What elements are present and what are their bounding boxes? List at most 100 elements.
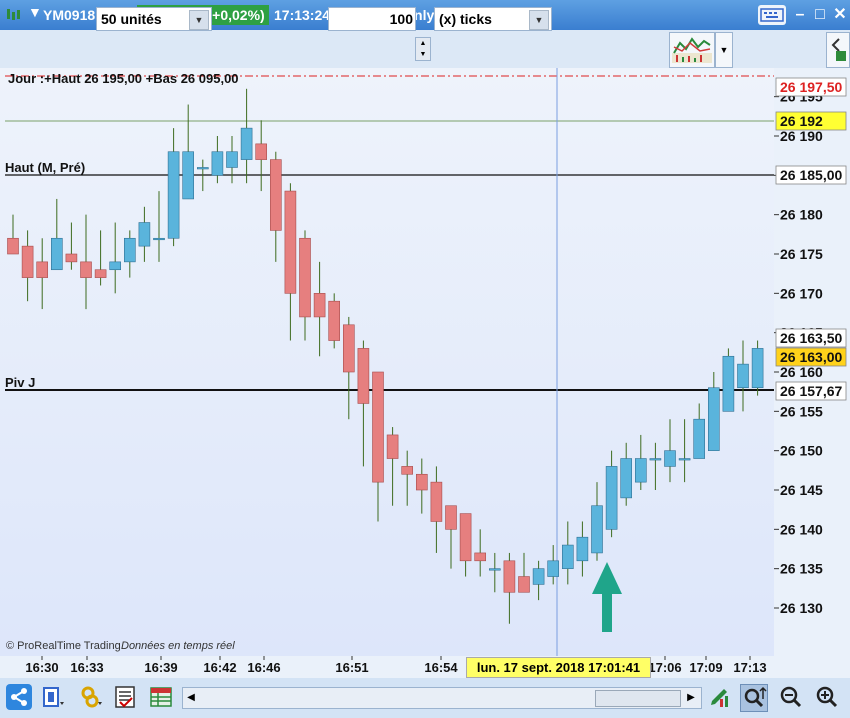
chevron-down-icon[interactable]: ▼ — [189, 10, 209, 30]
candle-body[interactable] — [576, 536, 589, 562]
horizontal-scrollbar[interactable]: ◀ ▶ — [182, 687, 702, 709]
candle-body[interactable] — [532, 568, 545, 585]
candle-body[interactable] — [503, 560, 516, 593]
candle-body[interactable] — [182, 151, 194, 200]
panel-toggle-icon[interactable] — [826, 32, 850, 68]
candle-body[interactable] — [693, 418, 706, 459]
maximize-button[interactable]: □ — [810, 6, 830, 24]
units-select-value: 50 unités — [101, 11, 162, 27]
candle-body[interactable] — [313, 293, 326, 318]
window-icon[interactable] — [40, 684, 66, 710]
y-tick-label: 26 140 — [780, 521, 823, 537]
y-tick-label: 26 170 — [780, 285, 823, 301]
candle-body[interactable] — [226, 151, 238, 168]
keyboard-icon[interactable] — [758, 5, 786, 25]
x-tick-label: 17:09 — [689, 660, 722, 675]
candle-body[interactable] — [722, 355, 735, 412]
candle-body[interactable] — [269, 159, 282, 231]
pivot-line-label: Piv J — [5, 375, 35, 390]
candle-body[interactable] — [109, 261, 121, 271]
table-icon[interactable] — [148, 684, 174, 710]
share-icon[interactable] — [6, 684, 32, 710]
chevron-down-icon[interactable]: ▼ — [529, 10, 549, 30]
price-chart[interactable]: 26 130 26 135 26 140 26 145 26 150 26 155 26 1… — [0, 68, 850, 656]
ticks-unit-select[interactable]: (x) ticks ▼ — [434, 7, 552, 31]
scrollbar-thumb[interactable] — [595, 690, 681, 707]
candle-body[interactable] — [211, 151, 224, 176]
chart-icon — [4, 6, 22, 24]
candle-body[interactable] — [401, 466, 414, 475]
x-tick-label: 16:42 — [203, 660, 236, 675]
candle-body[interactable] — [561, 544, 574, 569]
candle-body[interactable] — [445, 505, 457, 530]
candle-body[interactable] — [138, 222, 151, 247]
price-tag-high: 26 185,00 — [780, 167, 842, 183]
candle-body[interactable] — [430, 481, 443, 522]
candle-body[interactable] — [36, 261, 49, 278]
zoom-in-icon[interactable] — [814, 684, 840, 710]
candle-body[interactable] — [664, 450, 676, 467]
candle-body[interactable] — [459, 513, 472, 562]
candle-body[interactable] — [415, 473, 428, 491]
candle-body[interactable] — [167, 151, 180, 239]
high-line-label: Haut (M, Pré) — [5, 160, 85, 175]
candle-body[interactable] — [518, 576, 530, 593]
candle-body[interactable] — [634, 458, 647, 483]
close-button[interactable]: ✕ — [830, 6, 850, 24]
y-tick-label: 26 150 — [780, 443, 823, 459]
candle-body[interactable] — [80, 261, 92, 278]
ticks-unit-value: (x) ticks — [439, 11, 492, 27]
candle-body[interactable] — [488, 568, 501, 571]
candle-body[interactable] — [620, 458, 633, 499]
candle-body[interactable] — [357, 348, 370, 404]
candle-body[interactable] — [21, 245, 34, 278]
tools-icon[interactable] — [78, 684, 104, 710]
price-tag-high-bar: 26 163,50 — [780, 330, 842, 346]
candle-body[interactable] — [153, 237, 165, 241]
indicators-button[interactable] — [669, 32, 715, 68]
candle-body[interactable] — [678, 458, 691, 461]
scroll-right-icon[interactable]: ▶ — [683, 688, 699, 708]
candle-body[interactable] — [124, 237, 136, 263]
x-tick-label: 17:06 — [648, 660, 681, 675]
list-icon[interactable] — [112, 684, 138, 710]
candle-body[interactable] — [197, 167, 209, 170]
minimize-button[interactable]: – — [790, 6, 810, 24]
ticks-count-input[interactable]: 100 — [328, 7, 416, 31]
day-range-label: Jour :+Haut 26 195,00 +Bas 26 095,00 — [8, 71, 239, 86]
y-tick-label: 26 130 — [780, 600, 823, 616]
candle-body[interactable] — [649, 458, 662, 461]
zoom-fit-icon[interactable] — [740, 684, 768, 712]
pencil-icon[interactable] — [706, 684, 732, 710]
symbol-label[interactable]: YM0918 — [43, 7, 95, 23]
units-select[interactable]: 50 unités ▼ — [96, 7, 212, 31]
candle-body[interactable] — [7, 237, 19, 255]
candle-body[interactable] — [255, 143, 267, 160]
candle-body[interactable] — [372, 371, 384, 483]
candle-body[interactable] — [737, 363, 749, 389]
x-tick-label: 16:33 — [70, 660, 103, 675]
zoom-out-icon[interactable] — [778, 684, 804, 710]
candle-body[interactable] — [547, 560, 560, 577]
y-tick-label: 26 145 — [780, 482, 823, 498]
candle-body[interactable] — [605, 466, 618, 530]
plot-area[interactable] — [0, 68, 774, 656]
time-axis[interactable]: 16:30 16:33 16:39 16:42 16:46 16:51 16:54 17:06… — [0, 656, 850, 678]
candle-body[interactable] — [342, 324, 355, 373]
candle-body[interactable] — [386, 434, 399, 459]
candle-body[interactable] — [474, 552, 487, 562]
scroll-left-icon[interactable]: ◀ — [183, 688, 199, 708]
candle-body[interactable] — [751, 348, 764, 389]
candle-body[interactable] — [328, 300, 341, 341]
indicators-dropdown-arrow[interactable]: ▼ — [715, 32, 733, 68]
candle-body[interactable] — [240, 127, 253, 160]
candle-body[interactable] — [299, 237, 311, 318]
symbol-dropdown-arrow[interactable]: ▼ — [28, 4, 42, 20]
candle-body[interactable] — [65, 253, 78, 263]
candle-body[interactable] — [94, 269, 107, 278]
candle-body[interactable] — [284, 190, 297, 294]
candle-body[interactable] — [591, 505, 603, 554]
candle-body[interactable] — [707, 387, 720, 451]
ticks-stepper[interactable]: ▲ ▼ — [415, 37, 431, 61]
candle-body[interactable] — [50, 237, 63, 271]
